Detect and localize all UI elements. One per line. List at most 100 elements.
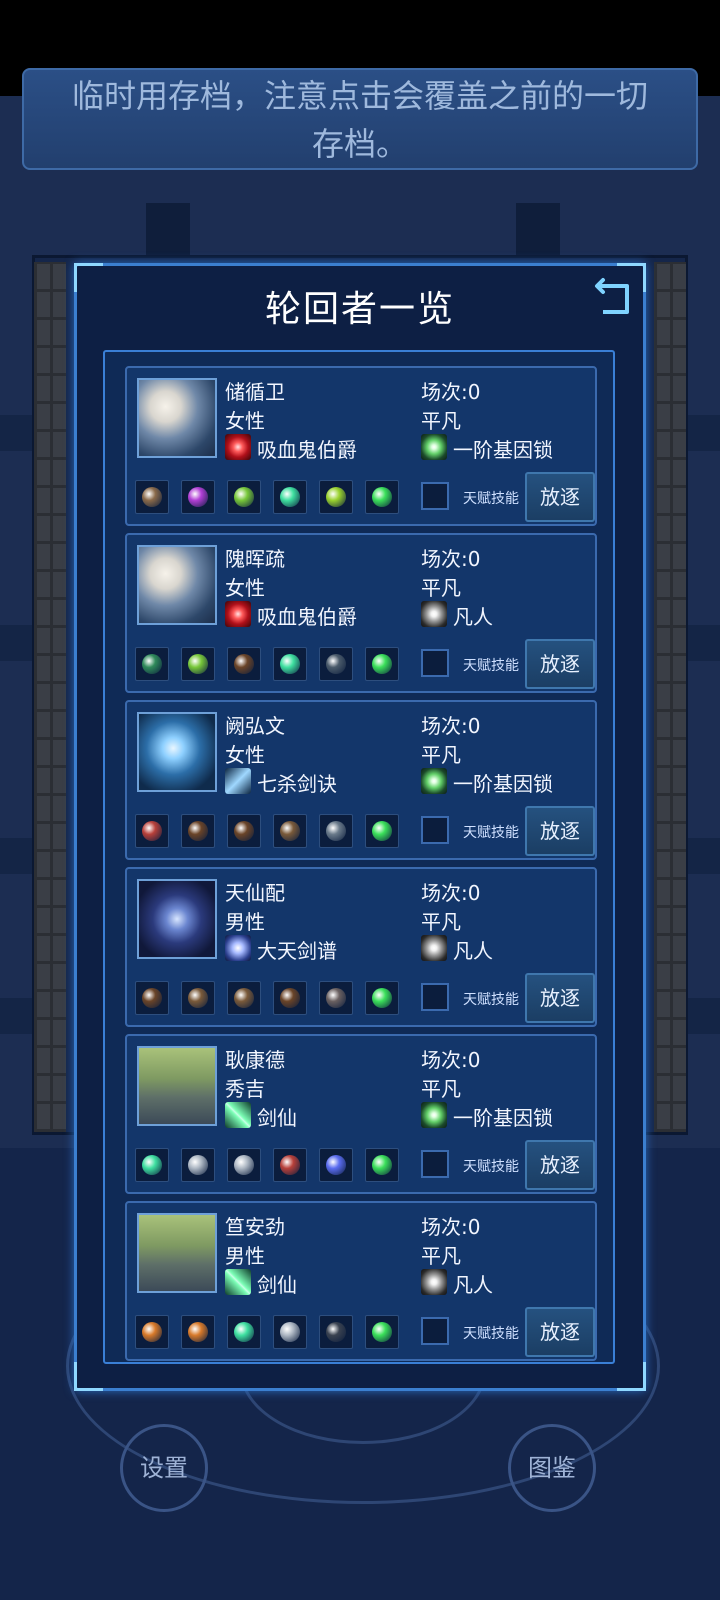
- exile-button[interactable]: 放逐: [525, 1307, 595, 1357]
- swordsman-vortex-portrait[interactable]: [137, 879, 217, 959]
- notice-line-2: 存档。: [311, 125, 408, 163]
- potion-item-graphic: [280, 487, 300, 507]
- character-skill: 剑仙: [257, 1106, 297, 1130]
- character-runs: 场次:0: [421, 380, 481, 404]
- talent-label: 天赋技能: [463, 992, 519, 1008]
- exile-button[interactable]: 放逐: [525, 1140, 595, 1190]
- armor-item[interactable]: [227, 814, 261, 848]
- character-gender: 男性: [225, 1244, 265, 1268]
- cycle-item[interactable]: [365, 1315, 399, 1349]
- vampire-eye-icon: [225, 601, 251, 627]
- exile-button[interactable]: 放逐: [525, 472, 595, 522]
- potion-item[interactable]: [227, 1315, 261, 1349]
- cycle-item-graphic: [372, 654, 392, 674]
- ember-item[interactable]: [181, 1315, 215, 1349]
- cycle-item[interactable]: [365, 647, 399, 681]
- berry-item[interactable]: [135, 647, 169, 681]
- return-arrow-icon[interactable]: [593, 274, 635, 318]
- talent-checkbox[interactable]: [421, 983, 449, 1011]
- cycle-item-graphic: [372, 1155, 392, 1175]
- save-notice-banner[interactable]: 临时用存档，注意点击会覆盖之前的一切 存档。: [22, 68, 698, 170]
- ember-item[interactable]: [135, 1315, 169, 1349]
- character-rank: 平凡: [421, 1077, 461, 1101]
- exile-button[interactable]: 放逐: [525, 973, 595, 1023]
- rod-item[interactable]: [319, 1315, 353, 1349]
- ember-item-graphic: [188, 1322, 208, 1342]
- character-name: 阙弘文: [225, 714, 285, 738]
- swordsman-cliff-portrait[interactable]: [137, 1213, 217, 1293]
- character-card[interactable]: 阙弘文 女性 七杀剑诀 场次:0 平凡 一阶基因锁 天赋技能 放逐: [125, 700, 597, 860]
- cycle-item[interactable]: [365, 1148, 399, 1182]
- cycle-item[interactable]: [365, 981, 399, 1015]
- blade-item[interactable]: [319, 1148, 353, 1182]
- talent-checkbox[interactable]: [421, 649, 449, 677]
- flesh-item-graphic: [142, 821, 162, 841]
- cycle-item[interactable]: [365, 814, 399, 848]
- character-gender: 女性: [225, 409, 265, 433]
- character-runs: 场次:0: [421, 714, 481, 738]
- potion-item[interactable]: [135, 1148, 169, 1182]
- character-gene-lock: 一阶基因锁: [453, 438, 553, 462]
- potion-item[interactable]: [273, 647, 307, 681]
- character-runs: 场次:0: [421, 1048, 481, 1072]
- green-star-icon: [421, 434, 447, 460]
- character-rank: 平凡: [421, 910, 461, 934]
- claw-item[interactable]: [135, 480, 169, 514]
- character-gender: 女性: [225, 743, 265, 767]
- talent-checkbox[interactable]: [421, 1317, 449, 1345]
- codex-button[interactable]: 图鉴: [508, 1424, 596, 1512]
- ore-item[interactable]: [181, 1148, 215, 1182]
- white-star-icon: [421, 935, 447, 961]
- character-name: 隗晖疏: [225, 547, 285, 571]
- flesh-item[interactable]: [273, 1148, 307, 1182]
- character-card[interactable]: 隗晖疏 女性 吸血鬼伯爵 场次:0 平凡 凡人 天赋技能 放逐: [125, 533, 597, 693]
- vampire-girl-portrait[interactable]: [137, 545, 217, 625]
- talent-checkbox[interactable]: [421, 1150, 449, 1178]
- talent-checkbox[interactable]: [421, 816, 449, 844]
- talent-checkbox[interactable]: [421, 482, 449, 510]
- settings-button[interactable]: 设置: [120, 1424, 208, 1512]
- exile-button[interactable]: 放逐: [525, 639, 595, 689]
- character-rank: 平凡: [421, 743, 461, 767]
- rifle-item[interactable]: [319, 814, 353, 848]
- character-card[interactable]: 笪安劲 男性 剑仙 场次:0 平凡 凡人 天赋技能 放逐: [125, 1201, 597, 1361]
- character-gene-lock: 凡人: [453, 605, 493, 629]
- frame-tab-right: [516, 203, 560, 257]
- character-list[interactable]: 储循卫 女性 吸血鬼伯爵 场次:0 平凡 一阶基因锁 天赋技能 放逐 隗晖疏 女性 吸血鬼伯爵 场次:…: [103, 350, 615, 1364]
- character-runs: 场次:0: [421, 881, 481, 905]
- stone-wall-right: [654, 262, 686, 1132]
- potion-item[interactable]: [273, 480, 307, 514]
- crystal-item[interactable]: [181, 480, 215, 514]
- flesh-item[interactable]: [135, 814, 169, 848]
- swordsman-cliff-portrait[interactable]: [137, 1046, 217, 1126]
- corner-accent: [595, 352, 613, 370]
- shotgun-item[interactable]: [319, 981, 353, 1015]
- cycle-item[interactable]: [365, 480, 399, 514]
- goggles-item[interactable]: [227, 981, 261, 1015]
- cycle-item-graphic: [372, 988, 392, 1008]
- armor-item[interactable]: [273, 981, 307, 1015]
- character-card[interactable]: 耿康德 秀吉 剑仙 场次:0 平凡 一阶基因锁 天赋技能 放逐: [125, 1034, 597, 1194]
- vampire-girl-portrait[interactable]: [137, 378, 217, 458]
- gun-item[interactable]: [319, 647, 353, 681]
- panel-title: 轮回者一览: [264, 289, 455, 330]
- exile-button[interactable]: 放逐: [525, 806, 595, 856]
- character-skill: 吸血鬼伯爵: [257, 605, 357, 629]
- armor-item[interactable]: [135, 981, 169, 1015]
- goggles-item[interactable]: [181, 981, 215, 1015]
- character-skill: 七杀剑诀: [257, 772, 337, 796]
- herb-item[interactable]: [227, 480, 261, 514]
- armor-item-graphic: [188, 821, 208, 841]
- staff-item[interactable]: [319, 480, 353, 514]
- herb-item[interactable]: [181, 647, 215, 681]
- ore-item[interactable]: [273, 1315, 307, 1349]
- character-card[interactable]: 天仙配 男性 大天剑谱 场次:0 平凡 凡人 天赋技能 放逐: [125, 867, 597, 1027]
- goggles-item[interactable]: [273, 814, 307, 848]
- armor-item[interactable]: [181, 814, 215, 848]
- potion-item-graphic: [234, 1322, 254, 1342]
- armor-item[interactable]: [227, 647, 261, 681]
- ore-item[interactable]: [227, 1148, 261, 1182]
- equipment-row: [135, 1315, 415, 1351]
- character-card[interactable]: 储循卫 女性 吸血鬼伯爵 场次:0 平凡 一阶基因锁 天赋技能 放逐: [125, 366, 597, 526]
- swordswoman-portrait[interactable]: [137, 712, 217, 792]
